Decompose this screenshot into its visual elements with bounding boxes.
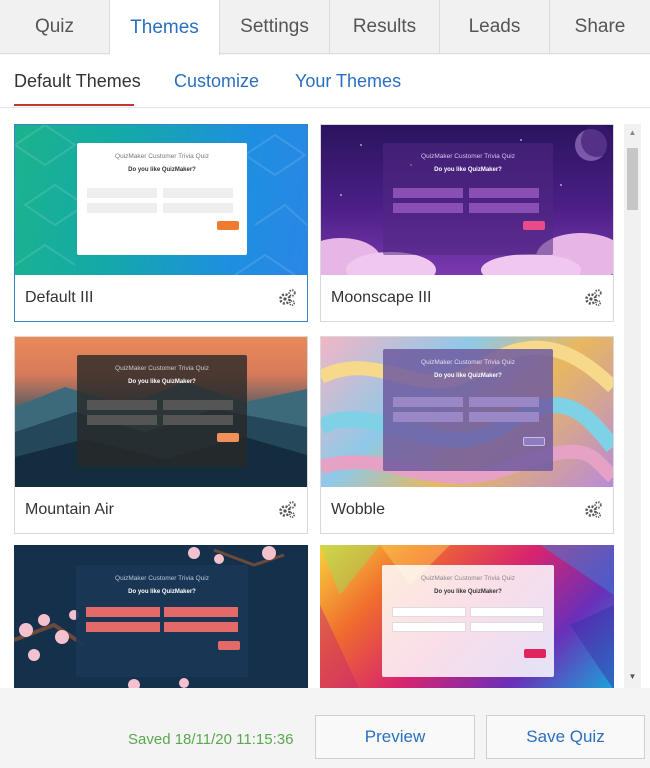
tab-leads[interactable]: Leads xyxy=(440,0,550,54)
triangle-down-icon[interactable]: ▼ xyxy=(627,670,638,684)
quiz-preview: QuizMaker Customer Trivia Quiz Do you li… xyxy=(383,349,553,471)
quiz-preview: QuizMaker Customer Trivia Quiz Do you li… xyxy=(383,143,553,255)
preview-option xyxy=(87,203,157,213)
quiz-preview: QuizMaker Customer Trivia Quiz Do you li… xyxy=(382,565,554,677)
subtab-your-themes[interactable]: Your Themes xyxy=(295,71,401,92)
preview-option xyxy=(392,607,466,617)
gears-icon[interactable] xyxy=(583,500,603,520)
preview-option xyxy=(469,188,539,198)
quiz-preview: QuizMaker Customer Trivia Quiz Do you li… xyxy=(76,565,248,677)
preview-next-button xyxy=(524,649,546,658)
card-footer: Moonscape III xyxy=(321,275,613,321)
active-subtab-indicator xyxy=(14,104,134,106)
theme-grid: QuizMaker Customer Trivia Quiz Do you li… xyxy=(0,108,650,688)
gears-icon[interactable] xyxy=(277,500,297,520)
theme-name: Mountain Air xyxy=(25,501,114,518)
subtab-customize[interactable]: Customize xyxy=(174,71,259,92)
top-tab-bar: Quiz Themes Settings Results Leads Share xyxy=(0,0,650,55)
preview-next-button xyxy=(218,641,240,650)
theme-thumbnail: QuizMaker Customer Trivia Quiz Do you li… xyxy=(15,337,307,487)
preview-option xyxy=(469,412,539,422)
card-footer: Wobble xyxy=(321,487,613,533)
gears-icon[interactable] xyxy=(583,288,603,308)
preview-option xyxy=(470,622,544,632)
preview-question: Do you like QuizMaker? xyxy=(434,589,502,595)
preview-title: QuizMaker Customer Trivia Quiz xyxy=(421,359,515,366)
save-quiz-button[interactable]: Save Quiz xyxy=(486,715,645,759)
preview-title: QuizMaker Customer Trivia Quiz xyxy=(421,153,515,160)
preview-option xyxy=(393,397,463,407)
gears-icon[interactable] xyxy=(277,288,297,308)
preview-option xyxy=(87,400,157,410)
preview-question: Do you like QuizMaker? xyxy=(128,589,196,595)
preview-title: QuizMaker Customer Trivia Quiz xyxy=(115,365,209,372)
theme-card-polygon[interactable]: QuizMaker Customer Trivia Quiz Do you li… xyxy=(320,545,614,688)
preview-question: Do you like QuizMaker? xyxy=(128,167,196,173)
preview-option xyxy=(87,415,157,425)
preview-title: QuizMaker Customer Trivia Quiz xyxy=(421,575,515,582)
preview-option xyxy=(163,188,233,198)
preview-option xyxy=(86,607,160,617)
theme-card-moonscape-iii[interactable]: QuizMaker Customer Trivia Quiz Do you li… xyxy=(320,124,614,322)
preview-option xyxy=(87,188,157,198)
preview-option xyxy=(164,607,238,617)
theme-thumbnail: QuizMaker Customer Trivia Quiz Do you li… xyxy=(321,125,613,275)
tab-share[interactable]: Share xyxy=(550,0,650,54)
footer-bar: Saved 18/11/20 11:15:36 Preview Save Qui… xyxy=(0,688,650,768)
quiz-preview: QuizMaker Customer Trivia Quiz Do you li… xyxy=(77,143,247,255)
preview-option xyxy=(163,203,233,213)
preview-next-button xyxy=(217,433,239,442)
tab-quiz[interactable]: Quiz xyxy=(0,0,110,54)
tab-themes[interactable]: Themes xyxy=(110,0,220,55)
preview-option xyxy=(470,607,544,617)
preview-next-button xyxy=(523,437,545,446)
preview-option xyxy=(393,203,463,213)
card-footer: Default III xyxy=(15,275,307,321)
preview-option xyxy=(163,400,233,410)
theme-thumbnail: QuizMaker Customer Trivia Quiz Do you li… xyxy=(14,545,308,688)
preview-next-button xyxy=(217,221,239,230)
preview-question: Do you like QuizMaker? xyxy=(434,373,502,379)
theme-card-mountain-air[interactable]: QuizMaker Customer Trivia Quiz Do you li… xyxy=(14,336,308,534)
tab-settings[interactable]: Settings xyxy=(220,0,330,54)
preview-option xyxy=(86,622,160,632)
theme-name: Wobble xyxy=(331,501,385,518)
theme-name: Moonscape III xyxy=(331,289,432,306)
theme-card-blossom[interactable]: QuizMaker Customer Trivia Quiz Do you li… xyxy=(14,545,308,688)
preview-option xyxy=(163,415,233,425)
scrollbar-thumb[interactable] xyxy=(627,148,638,210)
triangle-up-icon[interactable]: ▲ xyxy=(627,126,638,140)
preview-title: QuizMaker Customer Trivia Quiz xyxy=(115,153,209,160)
preview-option xyxy=(469,203,539,213)
quiz-preview: QuizMaker Customer Trivia Quiz Do you li… xyxy=(77,355,247,467)
theme-thumbnail: QuizMaker Customer Trivia Quiz Do you li… xyxy=(320,545,614,688)
theme-card-default-iii[interactable]: QuizMaker Customer Trivia Quiz Do you li… xyxy=(14,124,308,322)
preview-next-button xyxy=(523,221,545,230)
preview-option xyxy=(469,397,539,407)
saved-status: Saved 18/11/20 11:15:36 xyxy=(128,731,294,748)
theme-picker-panel: Quiz Themes Settings Results Leads Share… xyxy=(0,0,650,768)
subtab-default-themes[interactable]: Default Themes xyxy=(14,71,141,92)
preview-option xyxy=(164,622,238,632)
tab-results[interactable]: Results xyxy=(330,0,440,54)
card-footer: Mountain Air xyxy=(15,487,307,533)
preview-button[interactable]: Preview xyxy=(315,715,475,759)
theme-card-wobble[interactable]: QuizMaker Customer Trivia Quiz Do you li… xyxy=(320,336,614,534)
preview-title: QuizMaker Customer Trivia Quiz xyxy=(115,575,209,582)
preview-question: Do you like QuizMaker? xyxy=(128,379,196,385)
preview-option xyxy=(393,412,463,422)
theme-thumbnail: QuizMaker Customer Trivia Quiz Do you li… xyxy=(321,337,613,487)
preview-option xyxy=(393,188,463,198)
theme-thumbnail: QuizMaker Customer Trivia Quiz Do you li… xyxy=(15,125,307,275)
sub-tab-bar: Default Themes Customize Your Themes xyxy=(0,55,650,108)
preview-question: Do you like QuizMaker? xyxy=(434,167,502,173)
theme-name: Default III xyxy=(25,289,94,306)
preview-option xyxy=(392,622,466,632)
